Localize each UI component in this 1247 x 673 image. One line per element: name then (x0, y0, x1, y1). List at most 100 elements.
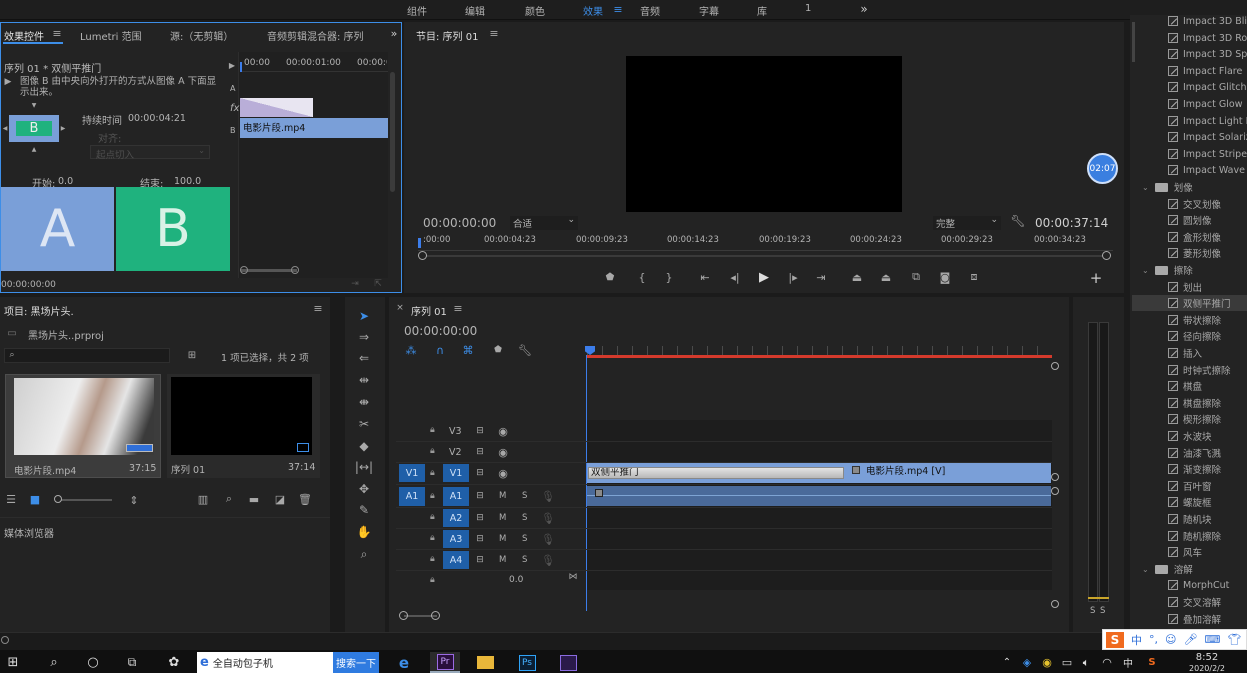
workspace-tab-assembly[interactable]: 组件 (407, 3, 427, 18)
workspace-overflow-icon[interactable]: » (856, 2, 872, 16)
workspace-tab-audio[interactable]: 音频 (640, 3, 660, 18)
tab-source[interactable]: 源:（无剪辑） (170, 28, 233, 43)
lock-icon[interactable]: 🔒︎ (430, 575, 435, 585)
edge-right-icon[interactable]: ▶ (60, 123, 66, 133)
effect-item[interactable]: MorphCut (1168, 577, 1229, 593)
effect-item[interactable]: Impact Glow (1168, 96, 1242, 112)
hscroll-handle[interactable] (399, 611, 408, 620)
panel-overflow-icon[interactable]: » (388, 27, 400, 40)
extract-icon[interactable]: ⏏ (878, 270, 894, 284)
project-item-thumb-2[interactable]: 序列 01 37:14 (167, 374, 320, 478)
ec-hscroll-handle-left[interactable] (240, 266, 248, 274)
tab-lumetri-scopes[interactable]: Lumetri 范围 (80, 28, 142, 43)
program-ruler[interactable]: :00:00 00:00:04:23 00:00:09:23 00:00:14:… (418, 233, 1113, 251)
lift-icon[interactable]: ⏏ (849, 270, 865, 284)
ec-vscroll[interactable] (390, 72, 395, 192)
new-bin-icon[interactable]: ▬ (247, 493, 261, 506)
sync-lock-icon[interactable]: ⊟ (474, 467, 486, 479)
mark-in-icon[interactable]: { (635, 270, 649, 284)
premiere-icon[interactable]: Pr (430, 652, 460, 673)
effect-item[interactable]: 圆划像 (1168, 212, 1212, 228)
ec-hscroll[interactable] (241, 269, 297, 272)
tray-security-icon[interactable]: ◉ (1040, 652, 1054, 673)
step-forward-icon[interactable]: |▸ (785, 270, 801, 284)
edge-up-icon[interactable]: ▲ (30, 145, 38, 153)
mute-button[interactable]: M (499, 491, 506, 501)
rate-stretch-tool-icon[interactable]: ⇼ (354, 393, 374, 411)
solo-button[interactable]: S (522, 534, 527, 544)
timeline-timecode[interactable]: 00:00:00:00 (404, 324, 477, 338)
project-menu-icon[interactable]: ≡ (312, 302, 324, 315)
effect-item[interactable]: 径向擦除 (1168, 328, 1221, 344)
ec-hscroll-handle-right[interactable] (291, 266, 299, 274)
play-preview-icon[interactable]: ▶ (3, 77, 13, 87)
effect-item[interactable]: 盒形划像 (1168, 229, 1221, 245)
track-target-a2[interactable]: A2 (443, 509, 469, 527)
vscroll-handle[interactable] (1051, 473, 1059, 481)
panel-menu-icon[interactable]: ≡ (52, 27, 62, 40)
program-playhead[interactable] (418, 238, 421, 248)
duration-value[interactable]: 00:00:04:21 (128, 113, 186, 124)
master-volume-value[interactable]: 0.0 (509, 575, 523, 585)
tray-volume-icon[interactable]: 🔈︎ (1079, 652, 1093, 673)
rolling-edit-tool-icon[interactable]: ⇹ (354, 371, 374, 389)
effect-folder[interactable]: ⌄ 溶解 (1142, 561, 1193, 577)
trash-icon[interactable]: 🗑︎ (298, 493, 312, 506)
tray-wifi-icon[interactable]: ◠ (1100, 652, 1114, 673)
track-target-a1[interactable]: A1 (443, 487, 469, 506)
tray-sogou-icon[interactable]: S (1145, 652, 1159, 673)
share-icon[interactable]: ⇱ (372, 278, 384, 290)
effect-item[interactable]: Impact Stripes (1168, 146, 1247, 162)
vscroll-handle[interactable] (1051, 487, 1059, 495)
sync-lock-icon[interactable]: ⊟ (474, 425, 486, 437)
lock-icon[interactable]: 🔒︎ (430, 425, 435, 435)
ec-ruler[interactable]: 00:00 00:00:01:00 00:00:0 (240, 56, 388, 72)
compare-view-icon[interactable]: ⧉ (907, 270, 925, 284)
track-target-v1[interactable]: V1 (443, 464, 469, 482)
zoom-slider-handle[interactable] (54, 495, 62, 503)
task-view-icon[interactable]: ⧉ (122, 652, 142, 673)
work-area-bar[interactable] (587, 355, 1052, 358)
fit-dropdown[interactable]: 合适 ⌄ (510, 215, 578, 230)
sort-icon[interactable]: ⇕ (128, 493, 140, 507)
vscroll-handle[interactable] (1051, 362, 1059, 370)
effect-item[interactable]: 百叶窗 (1168, 478, 1212, 494)
pen-tool-icon[interactable]: ✥ (354, 480, 374, 498)
lock-icon[interactable]: 🔒︎ (430, 446, 435, 456)
mic-icon[interactable]: 🎙︎ (541, 533, 555, 546)
start-value[interactable]: 0.0 (58, 176, 73, 187)
zoom-tool-icon[interactable]: ✋ (354, 523, 374, 541)
slip-tool-icon[interactable]: ◆ (354, 437, 374, 455)
lock-icon[interactable]: 🔒︎ (430, 468, 435, 478)
program-zoom-bar[interactable] (422, 255, 1107, 257)
program-menu-icon[interactable]: ≡ (489, 27, 499, 40)
nest-icon[interactable]: ⁂ (404, 343, 418, 357)
mic-icon[interactable]: 🎙︎ (541, 512, 555, 525)
wrench-icon[interactable]: 🔧︎ (1010, 214, 1025, 228)
windows-start-icon[interactable]: ⊞ (3, 652, 23, 673)
project-item-thumb-1[interactable]: 电影片段.mp4 37:15 (5, 374, 161, 478)
timeline-tab[interactable]: 序列 01 (411, 303, 447, 318)
track-target-a4[interactable]: A4 (443, 551, 469, 569)
lock-icon[interactable]: 🔒︎ (430, 512, 435, 522)
master-goto-icon[interactable]: ⋈ (567, 571, 579, 583)
effect-item[interactable]: Impact Flare (1168, 63, 1242, 79)
workspace-tab-color[interactable]: 颜色 (525, 3, 545, 18)
ec-clip-bar[interactable]: 电影片段.mp4 (240, 118, 388, 138)
solo-button[interactable]: S (522, 491, 527, 501)
automate-sequence-icon[interactable]: ▥ (196, 493, 210, 506)
eye-icon[interactable]: ◉ (497, 425, 509, 438)
tab-audio-clip-mixer[interactable]: 音频剪辑混合器: 序列 (267, 28, 364, 43)
mute-button[interactable]: M (499, 513, 506, 523)
browser-search-box[interactable]: e 全自动包子机 (197, 652, 333, 673)
source-patch-v1[interactable]: V1 (399, 464, 425, 482)
solo-button[interactable]: S (522, 555, 527, 565)
solo-left[interactable]: S (1090, 606, 1095, 616)
track-label-v3[interactable]: V3 (449, 426, 462, 437)
add-marker-icon[interactable]: ⬟ (603, 270, 617, 284)
project-search-input[interactable] (4, 348, 170, 363)
clock[interactable]: 8:52 2020/2/2 (1177, 652, 1237, 673)
effect-item[interactable]: Impact Glitch (1168, 79, 1247, 95)
lock-icon[interactable]: 🔒︎ (430, 554, 435, 564)
mic-icon[interactable]: 🎙︎ (541, 554, 555, 567)
